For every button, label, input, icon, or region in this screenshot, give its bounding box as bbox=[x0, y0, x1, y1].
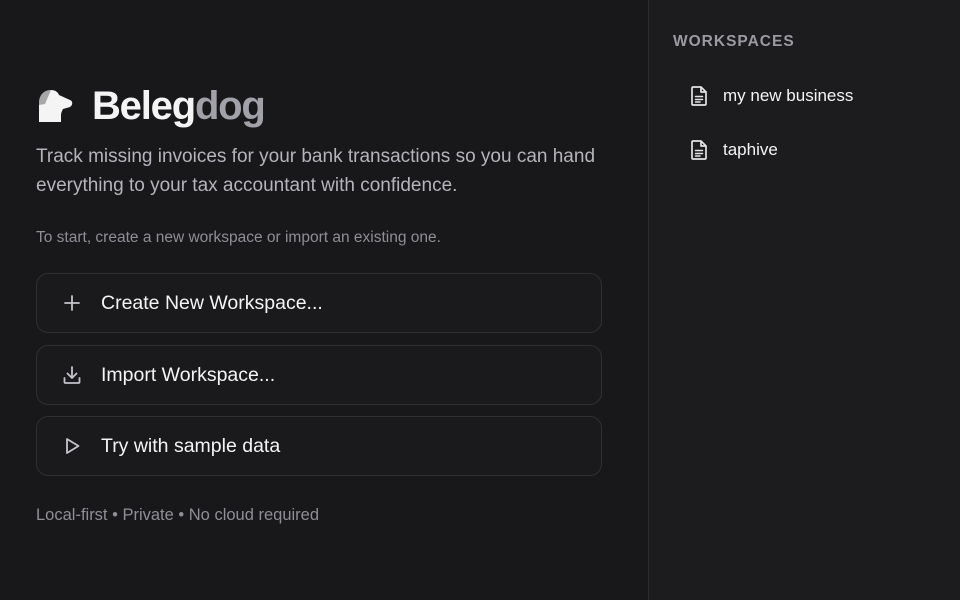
brand: Belegdog bbox=[36, 84, 266, 128]
footer-note: Local-first • Private • No cloud require… bbox=[36, 506, 320, 524]
app-name: Belegdog bbox=[92, 84, 266, 128]
app-window: Belegdog Track missing invoices for your… bbox=[0, 0, 960, 600]
document-icon bbox=[691, 86, 707, 106]
create-workspace-label: Create New Workspace... bbox=[101, 291, 323, 314]
play-icon bbox=[61, 435, 83, 457]
workspaces-heading: WORKSPACES bbox=[673, 33, 795, 50]
sample-data-button[interactable]: Try with sample data bbox=[36, 416, 602, 476]
workspaces-sidebar: WORKSPACES my new business taphive bbox=[648, 0, 960, 600]
welcome-panel: Belegdog Track missing invoices for your… bbox=[0, 0, 648, 600]
import-workspace-button[interactable]: Import Workspace... bbox=[36, 345, 602, 405]
tagline: Track missing invoices for your bank tra… bbox=[36, 146, 596, 196]
import-workspace-label: Import Workspace... bbox=[101, 363, 276, 386]
create-workspace-button[interactable]: Create New Workspace... bbox=[36, 273, 602, 333]
workspace-item-label: taphive bbox=[723, 140, 778, 159]
app-name-secondary: dog bbox=[194, 84, 266, 128]
download-icon bbox=[61, 364, 83, 386]
dog-logo-icon bbox=[39, 90, 73, 122]
document-icon bbox=[691, 140, 707, 160]
workspace-item-my-new-business[interactable]: my new business bbox=[689, 82, 853, 110]
plus-icon bbox=[61, 292, 83, 314]
sample-data-label: Try with sample data bbox=[101, 434, 281, 457]
workspace-item-label: my new business bbox=[723, 86, 854, 105]
start-hint: To start, create a new workspace or impo… bbox=[36, 229, 441, 246]
app-name-primary: Beleg bbox=[92, 84, 196, 128]
workspace-item-taphive[interactable]: taphive bbox=[689, 136, 778, 164]
